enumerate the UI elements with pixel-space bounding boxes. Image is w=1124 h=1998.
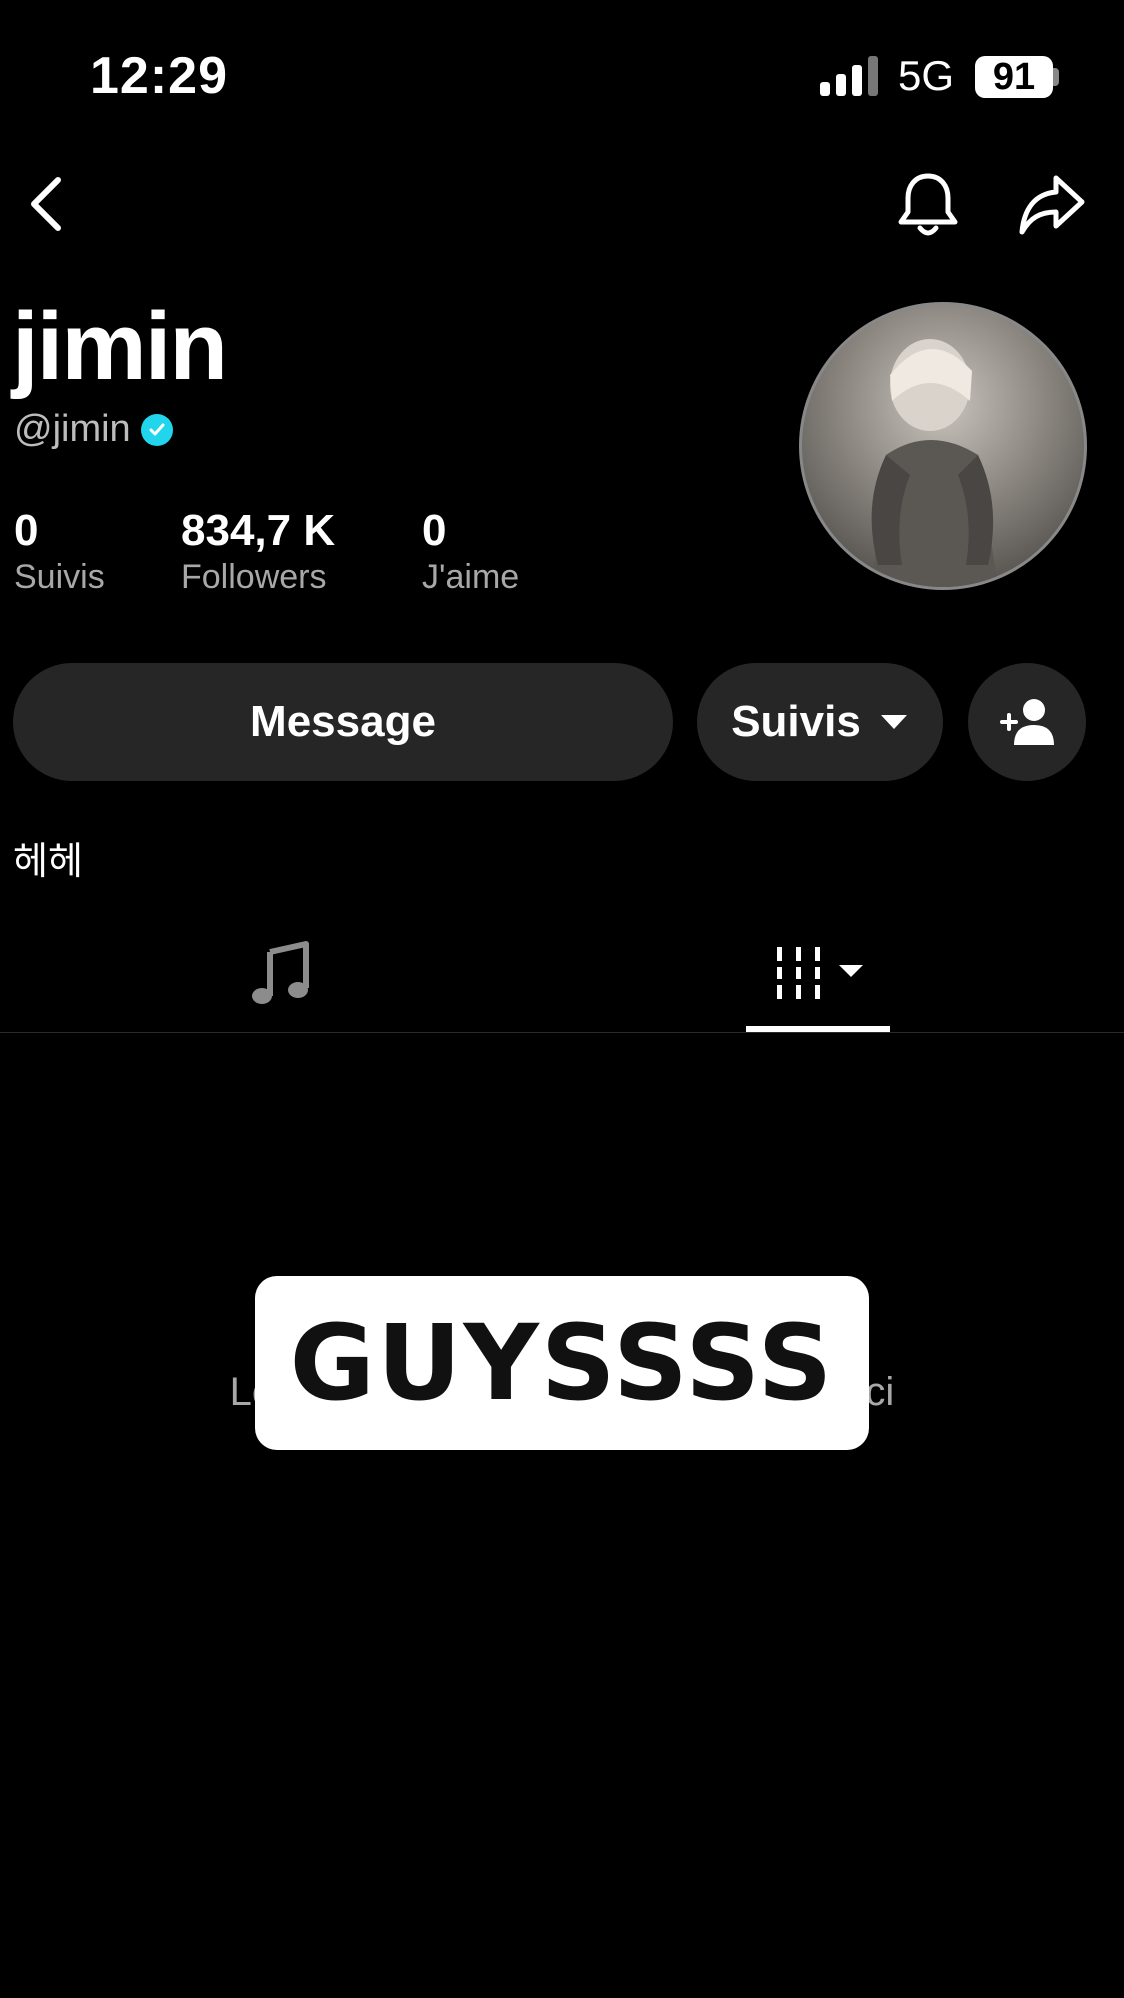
stat-following[interactable]: 0 Suivis	[14, 506, 105, 597]
following-button-label: Suivis	[731, 697, 861, 746]
followers-label: Followers	[181, 558, 327, 596]
battery-level: 91	[992, 55, 1036, 98]
bell-icon	[898, 173, 958, 236]
signal-icon	[820, 56, 878, 96]
profile-display-name: jimin	[12, 293, 228, 400]
verified-badge-icon	[140, 413, 173, 446]
likes-label: J'aime	[422, 558, 520, 596]
stat-likes[interactable]: 0 J'aime	[422, 506, 519, 597]
battery-indicator: 91	[975, 56, 1053, 98]
message-button[interactable]: Message	[13, 663, 673, 781]
notifications-button[interactable]	[895, 170, 961, 240]
avatar-photo	[871, 339, 998, 587]
tab-music[interactable]	[250, 940, 310, 1006]
following-label: Suivis	[14, 558, 105, 596]
following-count: 0	[14, 506, 39, 555]
status-time: 12:29	[90, 47, 228, 105]
video-grid-icon	[777, 947, 863, 999]
network-label: 5G	[898, 52, 955, 99]
add-person-icon	[1000, 699, 1054, 745]
handle-row: @jimin	[14, 408, 173, 451]
followers-count: 834,7 K	[181, 506, 336, 555]
stat-followers[interactable]: 834,7 K Followers	[181, 506, 335, 597]
share-button[interactable]	[1016, 172, 1088, 238]
tab-videos[interactable]	[775, 945, 871, 1001]
following-dropdown-button[interactable]: Suivis	[697, 663, 943, 781]
share-arrow-icon	[1019, 175, 1085, 235]
overlay-text: GUYSSSS	[289, 1302, 835, 1424]
profile-handle: @jimin	[14, 408, 131, 450]
tab-divider	[0, 1032, 1124, 1033]
likes-count: 0	[422, 506, 447, 555]
battery-tip	[1053, 68, 1059, 86]
chevron-left-icon	[31, 177, 61, 231]
profile-bio: 헤헤	[13, 839, 83, 883]
add-friend-button[interactable]	[968, 663, 1086, 781]
back-button[interactable]	[20, 172, 80, 236]
music-note-icon	[252, 941, 309, 1004]
profile-avatar[interactable]	[799, 302, 1087, 590]
overlay-sticker: GUYSSSS	[255, 1276, 869, 1450]
caret-down-icon	[880, 715, 907, 729]
